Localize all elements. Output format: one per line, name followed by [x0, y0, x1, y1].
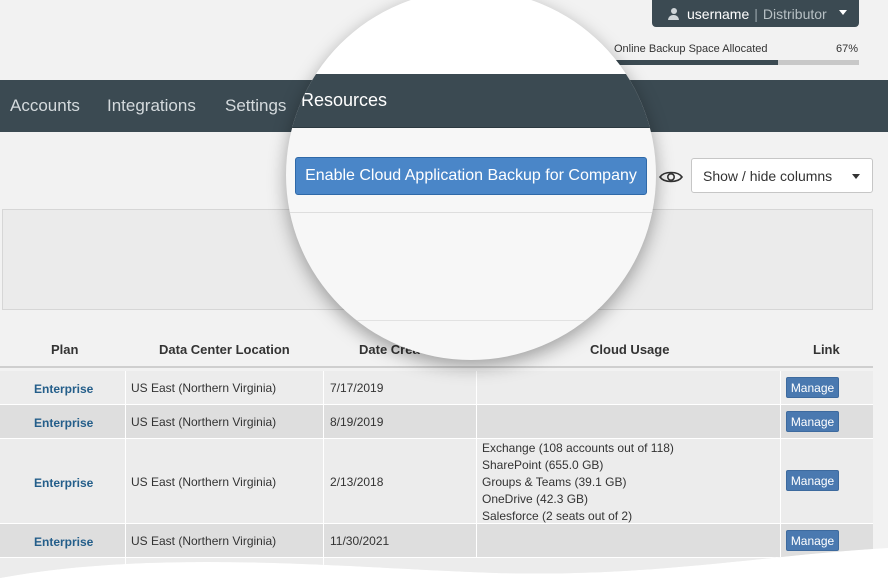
usage-sharepoint: SharePoint (655.0 GB) — [482, 458, 604, 472]
date-cell: 2/15/ — [330, 567, 357, 578]
usage-cell: Exchange (108 accounts out of 118) Share… — [482, 440, 674, 525]
table-row: Enterprise US East (Northern Virginia) 2… — [0, 439, 873, 524]
plan-cell: Enterprise — [34, 416, 94, 430]
usage-salesforce: Salesforce (2 seats out of 2) — [482, 509, 633, 523]
user-separator: | — [754, 5, 758, 22]
date-cell: 11/30/2021 — [330, 534, 390, 548]
show-hide-columns-label: Show / hide columns — [703, 167, 833, 184]
location-cell: US East (Northern Virginia) — [131, 381, 277, 395]
manage-button[interactable]: Manage — [786, 530, 839, 551]
location-cell: US East (Northern Virginia) — [131, 415, 277, 429]
location-cell: US East (Northern Virginia) — [131, 475, 277, 489]
enable-cloud-backup-button[interactable]: Enable Cloud Application Backup for Comp… — [295, 157, 647, 195]
column-visibility-eye-icon[interactable] — [650, 160, 692, 193]
column-header-link[interactable]: Link — [813, 342, 840, 357]
backup-space-percent: 67% — [836, 43, 859, 55]
table-row: Enterprise US East (Northern Virginia) 1… — [0, 524, 873, 558]
caret-down-icon — [839, 10, 847, 15]
nav-resources[interactable]: Resources — [301, 90, 387, 111]
user-role: Distributor — [762, 5, 827, 22]
date-cell: 7/17/2019 — [330, 381, 384, 395]
plan-cell: Enterprise — [34, 382, 94, 396]
user-name: username — [687, 5, 750, 22]
usage-onedrive: OneDrive (42.3 GB) — [482, 492, 589, 506]
page-background: username | Distributor Online Backup Spa… — [0, 0, 888, 578]
table-row: US East (Northern Virginia) 2/15/ — [0, 558, 873, 578]
nav-integrations[interactable]: Integrations — [107, 96, 196, 116]
user-menu-button[interactable]: username | Distributor — [652, 0, 859, 27]
plan-cell: Enterprise — [34, 476, 94, 490]
column-header-usage[interactable]: Cloud Usage — [590, 342, 669, 357]
manage-button[interactable]: Manage — [786, 411, 839, 432]
magnifier-callout: Resources Enable Cloud Application Backu… — [286, 0, 656, 360]
date-cell: 8/19/2019 — [330, 415, 384, 429]
nav-accounts[interactable]: Accounts — [10, 96, 80, 116]
show-hide-columns-button[interactable]: Show / hide columns — [691, 158, 873, 193]
date-cell: 2/13/2018 — [330, 475, 384, 489]
usage-groups-teams: Groups & Teams (39.1 GB) — [482, 475, 627, 489]
manage-button[interactable]: Manage — [786, 470, 839, 491]
column-header-plan[interactable]: Plan — [51, 342, 78, 357]
caret-down-icon — [852, 174, 860, 179]
usage-exchange: Exchange (108 accounts out of 118) — [482, 441, 674, 455]
manage-button[interactable]: Manage — [786, 377, 839, 398]
location-cell: US East (Northern Virginia) — [131, 534, 277, 548]
user-icon — [668, 8, 679, 20]
table-row: Enterprise US East (Northern Virginia) 7… — [0, 371, 873, 405]
table-row: Enterprise US East (Northern Virginia) 8… — [0, 405, 873, 439]
location-cell: US East (Northern Virginia) — [131, 567, 277, 578]
nav-settings[interactable]: Settings — [225, 96, 286, 116]
plan-cell: Enterprise — [34, 535, 94, 549]
column-header-location[interactable]: Data Center Location — [159, 342, 290, 357]
